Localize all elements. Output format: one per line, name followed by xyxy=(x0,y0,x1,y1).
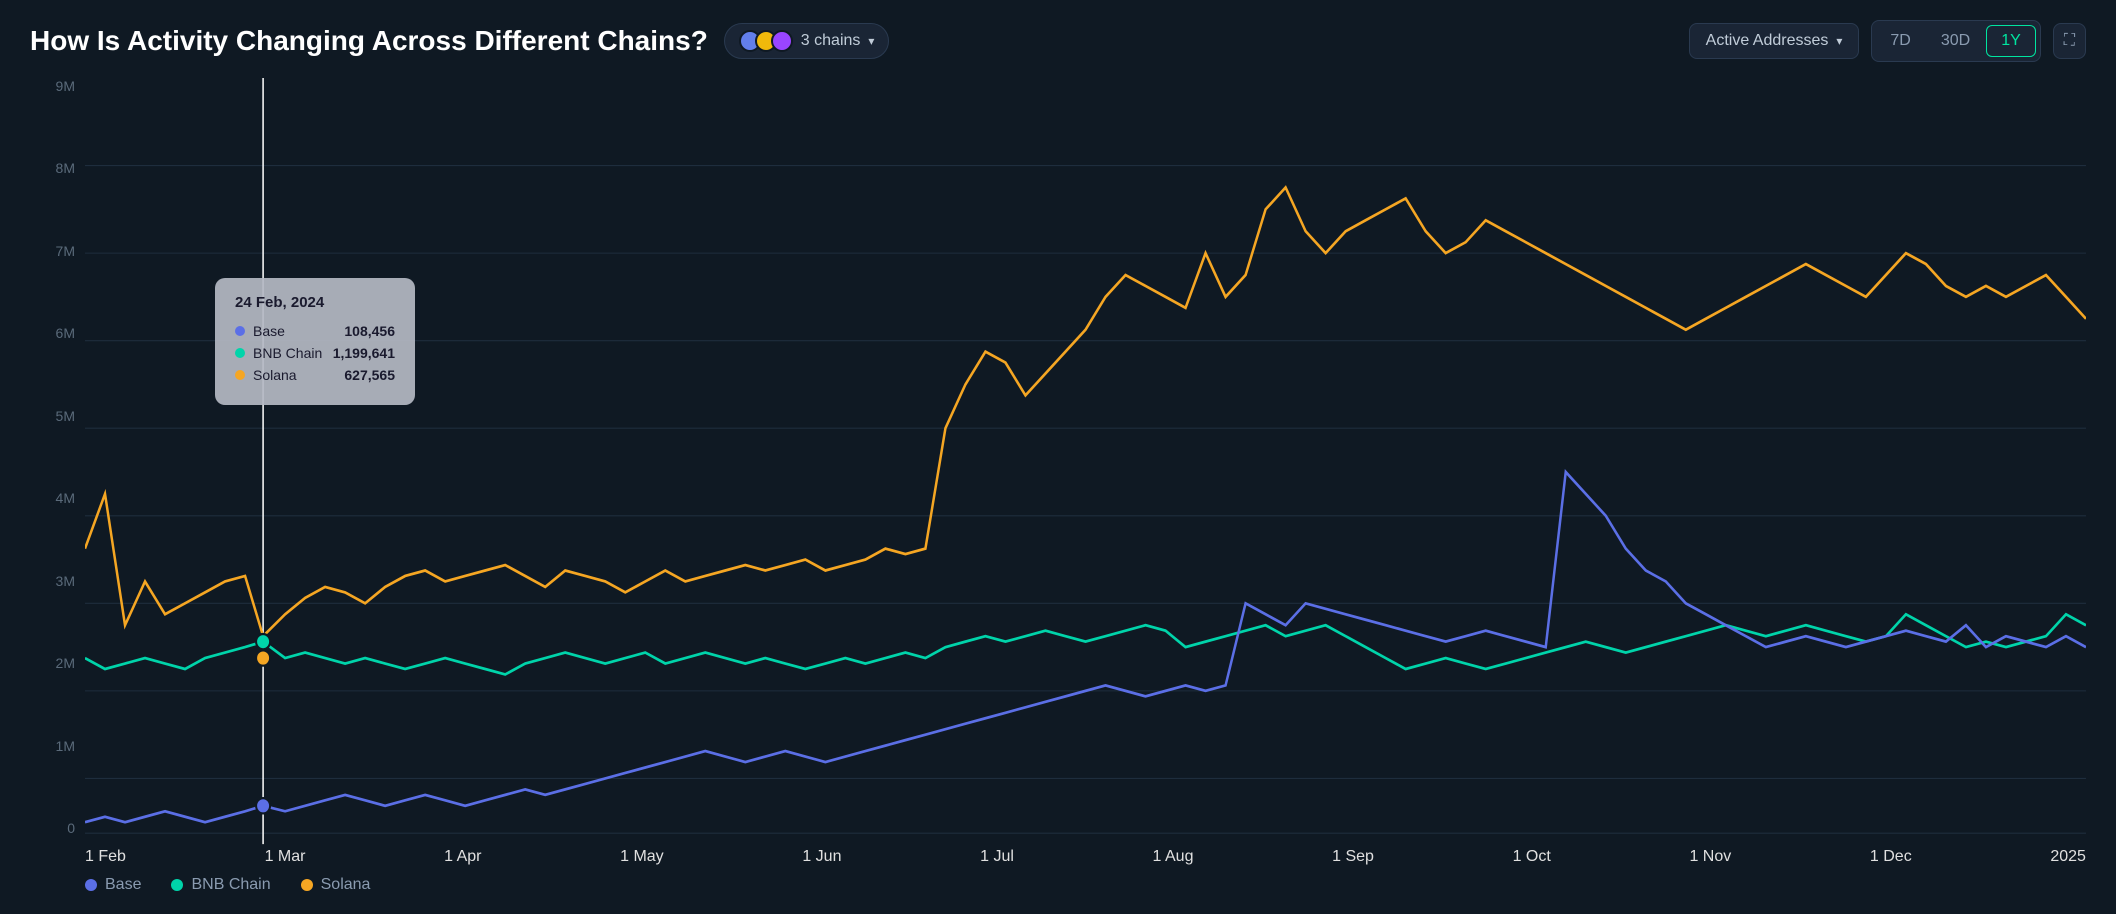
x-label-oct: 1 Oct xyxy=(1513,848,1551,866)
time-btn-7d[interactable]: 7D xyxy=(1876,25,1924,57)
time-btn-30d[interactable]: 30D xyxy=(1927,25,1984,57)
expand-button[interactable]: ⛶ xyxy=(2053,23,2086,59)
tooltip-row-base: Base 108,456 xyxy=(235,323,395,339)
tooltip-value-base: 108,456 xyxy=(344,323,395,339)
tooltip-chain-bnb: BNB Chain xyxy=(253,345,325,361)
x-label-nov: 1 Nov xyxy=(1689,848,1731,866)
sol-chain-icon xyxy=(771,30,793,52)
tooltip-dot-solana xyxy=(235,370,245,380)
main-container: How Is Activity Changing Across Differen… xyxy=(0,0,2116,914)
header-right: Active Addresses ▾ 7D 30D 1Y ⛶ xyxy=(1689,20,2086,62)
chart-title: How Is Activity Changing Across Differen… xyxy=(30,25,708,57)
y-label-3m: 3M xyxy=(30,573,75,589)
chain-selector-label: 3 chains xyxy=(801,32,861,50)
chart-legend: Base BNB Chain Solana xyxy=(30,866,2086,894)
y-label-7m: 7M xyxy=(30,243,75,259)
y-axis: 0 1M 2M 3M 4M 5M 6M 7M 8M 9M xyxy=(30,78,85,866)
x-label-2025: 2025 xyxy=(2050,848,2086,866)
solana-line xyxy=(85,187,2086,636)
header-left: How Is Activity Changing Across Differen… xyxy=(30,23,889,59)
tooltip-row-solana: Solana 627,565 xyxy=(235,367,395,383)
legend-dot-bnb xyxy=(171,879,183,891)
tooltip-dot-bnb xyxy=(235,348,245,358)
legend-label-base: Base xyxy=(105,876,141,894)
legend-item-base: Base xyxy=(85,876,141,894)
tooltip-date: 24 Feb, 2024 xyxy=(235,294,395,311)
x-label-jul: 1 Jul xyxy=(980,848,1014,866)
tooltip-value-bnb: 1,199,641 xyxy=(333,345,395,361)
y-label-6m: 6M xyxy=(30,325,75,341)
bnb-chain-line xyxy=(85,614,2086,674)
metric-chevron-icon: ▾ xyxy=(1836,34,1842,48)
legend-dot-base xyxy=(85,879,97,891)
expand-icon: ⛶ xyxy=(2064,32,2075,49)
x-label-mar: 1 Mar xyxy=(265,848,306,866)
metric-selector-label: Active Addresses xyxy=(1706,32,1829,50)
chain-icons xyxy=(739,30,793,52)
legend-item-bnb: BNB Chain xyxy=(171,876,270,894)
chain-selector[interactable]: 3 chains ▾ xyxy=(724,23,890,59)
y-label-1m: 1M xyxy=(30,738,75,754)
x-label-sep: 1 Sep xyxy=(1332,848,1374,866)
chart-area: 0 1M 2M 3M 4M 5M 6M 7M 8M 9M xyxy=(30,78,2086,866)
x-label-feb: 1 Feb xyxy=(85,848,126,866)
legend-dot-solana xyxy=(301,879,313,891)
y-label-0: 0 xyxy=(30,820,75,836)
tooltip-row-bnb: BNB Chain 1,199,641 xyxy=(235,345,395,361)
y-label-9m: 9M xyxy=(30,78,75,94)
base-crosshair-dot xyxy=(256,798,270,813)
legend-label-bnb: BNB Chain xyxy=(191,876,270,894)
legend-item-solana: Solana xyxy=(301,876,371,894)
solana-crosshair-dot xyxy=(256,650,270,665)
base-line xyxy=(85,472,2086,822)
metric-selector[interactable]: Active Addresses ▾ xyxy=(1689,23,1860,59)
chevron-down-icon: ▾ xyxy=(868,34,874,48)
x-label-may: 1 May xyxy=(620,848,664,866)
legend-label-solana: Solana xyxy=(321,876,371,894)
time-btn-1y[interactable]: 1Y xyxy=(1986,25,2036,57)
tooltip-chain-base: Base xyxy=(253,323,336,339)
x-label-apr: 1 Apr xyxy=(444,848,481,866)
y-label-8m: 8M xyxy=(30,160,75,176)
x-label-dec: 1 Dec xyxy=(1870,848,1912,866)
x-axis: 1 Feb 1 Mar 1 Apr 1 May 1 Jun 1 Jul 1 Au… xyxy=(85,844,2086,866)
x-label-aug: 1 Aug xyxy=(1153,848,1194,866)
x-label-jun: 1 Jun xyxy=(802,848,841,866)
y-label-5m: 5M xyxy=(30,408,75,424)
y-label-4m: 4M xyxy=(30,490,75,506)
y-label-2m: 2M xyxy=(30,655,75,671)
chart-tooltip: 24 Feb, 2024 Base 108,456 BNB Chain 1,19… xyxy=(215,278,415,405)
tooltip-value-solana: 627,565 xyxy=(344,367,395,383)
time-period-selector: 7D 30D 1Y xyxy=(1871,20,2040,62)
tooltip-chain-solana: Solana xyxy=(253,367,336,383)
chart-inner: 24 Feb, 2024 Base 108,456 BNB Chain 1,19… xyxy=(85,78,2086,866)
chart-header: How Is Activity Changing Across Differen… xyxy=(30,20,2086,62)
bnb-crosshair-dot xyxy=(256,634,270,649)
tooltip-dot-base xyxy=(235,326,245,336)
chart-svg xyxy=(85,78,2086,866)
